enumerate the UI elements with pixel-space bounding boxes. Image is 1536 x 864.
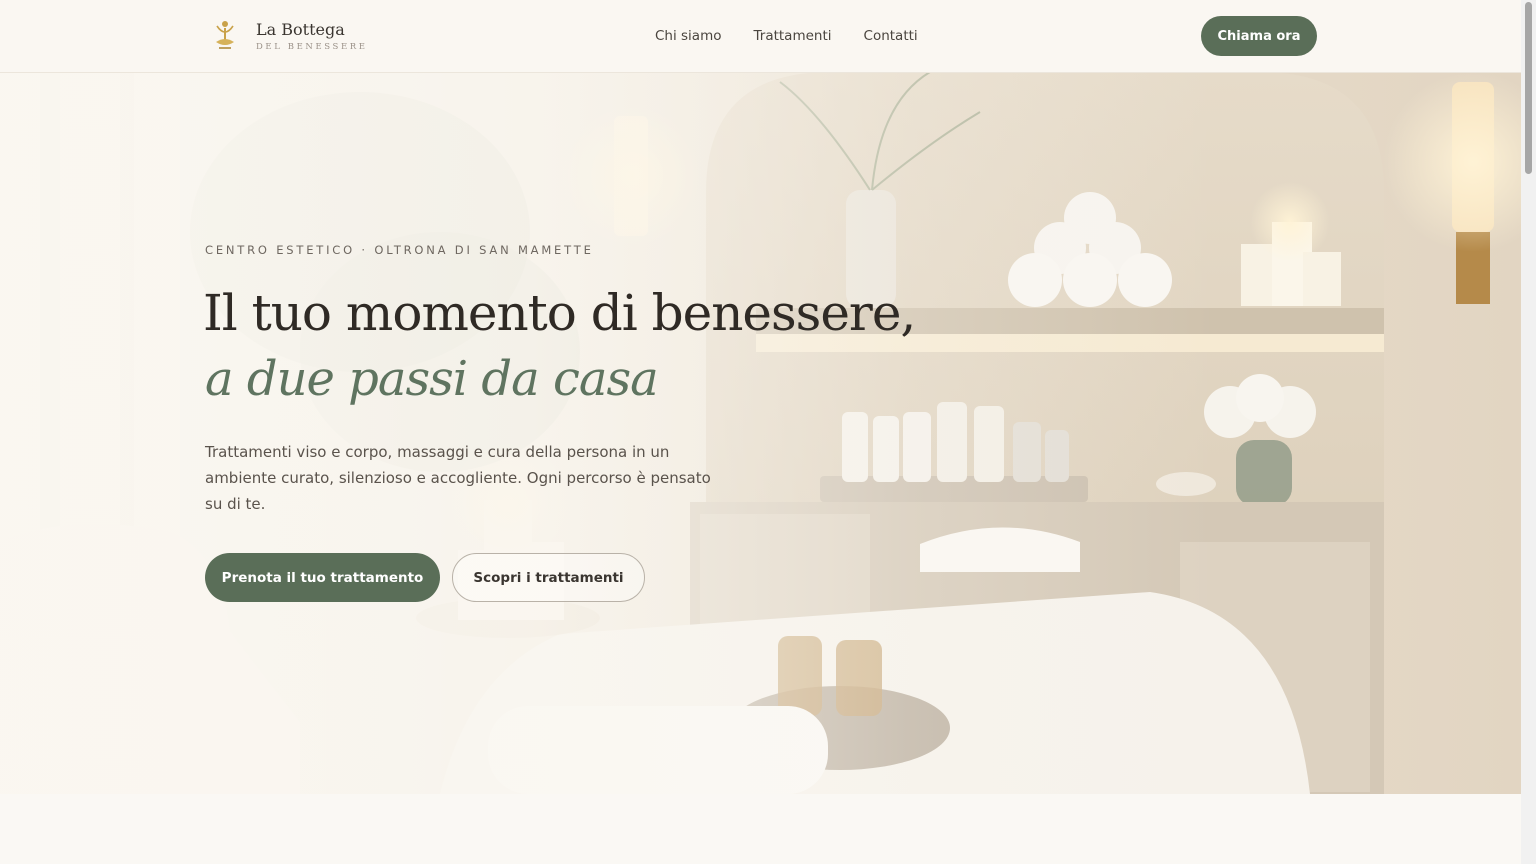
hero-title: Il tuo momento di benessere, (203, 284, 916, 342)
lotus-figure-icon (216, 21, 234, 49)
main-nav: Chi siamo Trattamenti Contatti (655, 26, 950, 46)
nav-trattamenti[interactable]: Trattamenti (754, 26, 832, 46)
book-treatment-button[interactable]: Prenota il tuo trattamento (205, 553, 440, 602)
vertical-scrollbar[interactable] (1521, 0, 1536, 864)
brand-logo[interactable]: La Bottega DEL BENESSERE (212, 18, 368, 54)
scrollbar-thumb[interactable] (1525, 2, 1532, 174)
call-now-button[interactable]: Chiama ora (1201, 16, 1317, 56)
brand-title: La Bottega (256, 19, 345, 39)
discover-treatments-button[interactable]: Scopri i trattamenti (452, 553, 645, 602)
hero-title-italic: a due passi da casa (205, 351, 659, 407)
hero-section: CENTRO ESTETICO · OLTRONA DI SAN MAMETTE… (0, 72, 1521, 794)
site-header: La Bottega DEL BENESSERE Chi siamo Tratt… (0, 0, 1521, 73)
hero-description: Trattamenti viso e corpo, massaggi e cur… (205, 443, 711, 513)
nav-contatti[interactable]: Contatti (864, 26, 918, 46)
hero-overlay (0, 72, 1521, 794)
nav-chi-siamo[interactable]: Chi siamo (655, 26, 722, 46)
brand-subtitle: DEL BENESSERE (256, 41, 368, 52)
page: La Bottega DEL BENESSERE Chi siamo Tratt… (0, 0, 1521, 864)
hero-eyebrow: CENTRO ESTETICO · OLTRONA DI SAN MAMETTE (205, 243, 594, 257)
